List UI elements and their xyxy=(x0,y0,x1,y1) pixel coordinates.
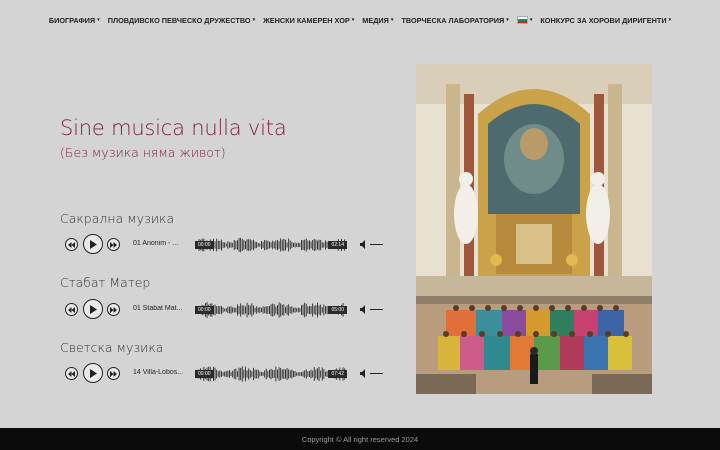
previous-track-button[interactable] xyxy=(65,303,78,316)
waveform-seekbar[interactable]: 00:00 07:42 xyxy=(195,364,347,384)
nav-item-conductors-competition[interactable]: КОНКУРС ЗА ХОРОВИ ДИРИГЕНТИ ▾ xyxy=(540,16,671,25)
skip-forward-icon xyxy=(110,306,117,313)
next-track-button[interactable] xyxy=(107,303,120,316)
play-icon xyxy=(90,368,97,378)
choir-photo-illustration xyxy=(416,64,652,394)
duration: 07:42 xyxy=(328,370,347,378)
previous-track-button[interactable] xyxy=(65,367,78,380)
nav-item-label: КОНКУРС ЗА ХОРОВИ ДИРИГЕНТИ xyxy=(540,15,667,25)
volume-slider[interactable] xyxy=(370,309,383,310)
next-track-button[interactable] xyxy=(107,367,120,380)
play-icon xyxy=(90,239,97,249)
nav-item-label: МЕДИЯ xyxy=(362,15,389,25)
current-time: 00:00 xyxy=(195,241,214,249)
chevron-down-icon: ▾ xyxy=(351,17,355,23)
nav-item-biography[interactable]: БИОГРАФИЯ ▾ xyxy=(49,16,100,25)
skip-forward-icon xyxy=(110,370,117,377)
waveform-seekbar[interactable]: 00:00 05:00 xyxy=(195,300,347,320)
audio-player: 01 Anonim - ... 00:00 02:14 xyxy=(65,234,385,257)
skip-back-icon xyxy=(68,306,75,313)
nav-item-label: ЖЕНСКИ КАМЕРЕН ХОР xyxy=(263,15,350,25)
audio-player: 01 Stabat Mat... 00:00 05:00 xyxy=(65,299,385,322)
volume-icon[interactable] xyxy=(360,240,368,249)
duration: 05:00 xyxy=(328,306,347,314)
volume-icon[interactable] xyxy=(360,305,368,314)
play-button[interactable] xyxy=(83,299,103,319)
play-icon xyxy=(90,304,97,314)
choir-church-photo xyxy=(416,64,652,394)
section-title-secular-music: Светска музика xyxy=(60,340,164,355)
waveform-graphic xyxy=(197,302,346,318)
current-time: 00:00 xyxy=(195,306,214,314)
chevron-down-icon: ▾ xyxy=(97,17,100,23)
nav-item-media[interactable]: МЕДИЯ ▾ xyxy=(362,16,393,25)
skip-forward-icon xyxy=(110,241,117,248)
skip-back-icon xyxy=(68,370,75,377)
chevron-down-icon: ▾ xyxy=(252,17,256,23)
skip-back-icon xyxy=(68,241,75,248)
chevron-down-icon: ▾ xyxy=(506,17,509,23)
nav-item-female-chamber-choir[interactable]: ЖЕНСКИ КАМЕРЕН ХОР ▾ xyxy=(263,16,354,25)
chevron-down-icon: ▾ xyxy=(529,17,533,23)
track-name: 14 Villa-Lobos... xyxy=(133,369,184,376)
nav-item-label: БИОГРАФИЯ xyxy=(48,15,96,25)
nav-item-label: ПЛОВДИВСКО ПЕВЧЕСКО ДРУЖЕСТВО xyxy=(107,15,251,25)
footer: Copyright © All right reserved 2024 xyxy=(0,428,720,450)
main-navigation: БИОГРАФИЯ ▾ ПЛОВДИВСКО ПЕВЧЕСКО ДРУЖЕСТВ… xyxy=(0,0,720,40)
nav-item-creative-lab[interactable]: ТВОРЧЕСКА ЛАБОРАТОРИЯ ▾ xyxy=(401,16,508,25)
previous-track-button[interactable] xyxy=(65,238,78,251)
nav-item-language[interactable]: ▾ xyxy=(516,16,533,24)
play-button[interactable] xyxy=(83,234,103,254)
page-title: Sine musica nulla vita xyxy=(60,116,287,140)
chevron-down-icon: ▾ xyxy=(390,17,394,23)
waveform-seekbar[interactable]: 00:00 02:14 xyxy=(195,235,347,255)
track-name: 01 Stabat Mat... xyxy=(133,305,183,312)
current-time: 00:00 xyxy=(195,370,214,378)
chevron-down-icon: ▾ xyxy=(668,17,672,23)
section-title-stabat-mater: Стабат Матер xyxy=(60,275,151,290)
play-button[interactable] xyxy=(83,363,103,383)
nav-item-label: ТВОРЧЕСКА ЛАБОРАТОРИЯ xyxy=(401,15,505,25)
duration: 02:14 xyxy=(328,241,347,249)
next-track-button[interactable] xyxy=(107,238,120,251)
audio-player: 14 Villa-Lobos... 00:00 07:42 xyxy=(65,363,385,386)
waveform-graphic xyxy=(197,366,346,382)
copyright-text: Copyright © All right reserved 2024 xyxy=(301,434,419,444)
section-title-sacred-music: Сакрална музика xyxy=(60,211,175,226)
volume-icon[interactable] xyxy=(360,369,368,378)
page-subtitle: (Без музика няма живот) xyxy=(60,145,226,160)
track-name: 01 Anonim - ... xyxy=(133,240,179,247)
volume-slider[interactable] xyxy=(370,373,383,374)
volume-slider[interactable] xyxy=(370,244,383,245)
nav-item-plovdiv-choral-society[interactable]: ПЛОВДИВСКО ПЕВЧЕСКО ДРУЖЕСТВО ▾ xyxy=(108,16,255,25)
waveform-graphic xyxy=(197,237,346,253)
bg-flag-icon xyxy=(516,16,528,24)
